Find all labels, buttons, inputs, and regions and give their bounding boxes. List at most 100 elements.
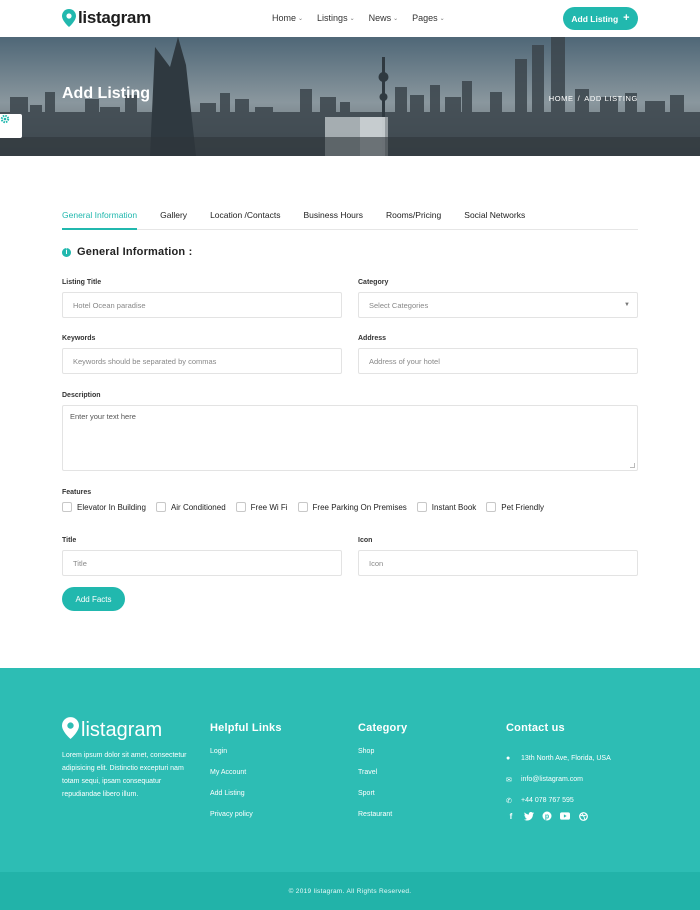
category-select[interactable]: Select Categories ▼ [358,292,638,318]
form-tabs: General Information Gallery Location /Co… [62,204,638,230]
footer-copyright-bar: © 2019 listagram. All Rights Reserved. [0,872,700,910]
feature-label: Air Conditioned [170,502,226,512]
tab-social-networks[interactable]: Social Networks [464,204,525,229]
feature-free-parking[interactable]: Free Parking On Premises [297,502,407,512]
youtube-icon[interactable] [560,811,570,821]
nav-listings-label: Listings [317,13,348,23]
location-icon: ● [506,755,511,762]
checkbox[interactable] [486,502,497,512]
keywords-input[interactable]: Keywords should be separated by commas [62,348,342,374]
checkbox[interactable] [62,502,72,512]
address-input[interactable]: Address of your hotel [358,348,638,374]
contact-list: ● 13th North Ave, Florida, USA ✉ info@list… [506,748,611,811]
checkbox[interactable] [155,502,166,512]
resize-handle-icon[interactable] [630,463,635,468]
tab-gallery[interactable]: Gallery [160,204,187,229]
footer-link-travel[interactable]: Travel [358,769,392,790]
checkbox[interactable] [235,502,246,512]
feature-elevator[interactable]: Elevator In Building [62,502,146,512]
feature-free-wifi[interactable]: Free Wi Fi [235,502,288,512]
top-navbar: listagram Home ⌄ Listings ⌄ News ⌄ Pages ⌄ A… [0,0,700,37]
fact-icon-input[interactable]: Icon [358,550,638,576]
footer-link-sport[interactable]: Sport [358,790,392,811]
section-heading: i General Information : [62,246,192,258]
feature-pet-friendly[interactable]: Pet Friendly [486,502,544,512]
add-listing-button[interactable]: Add Listing + [563,7,638,30]
contact-address: ● 13th North Ave, Florida, USA [506,748,611,769]
breadcrumb: HOME / ADD LISTING [549,94,638,103]
phone-icon: ✆ [506,797,512,805]
category-label: Category [358,279,389,286]
chevron-down-icon: ⌄ [393,15,399,22]
listing-title-label: Listing Title [62,279,102,286]
listing-title-input[interactable]: Hotel Ocean paradise [62,292,342,318]
category-select-value: Select Categories [369,300,429,310]
pinterest-icon[interactable]: p [542,811,552,821]
tab-location-contacts[interactable]: Location /Contacts [210,204,280,229]
nav-home[interactable]: Home ⌄ [272,13,303,23]
contact-email[interactable]: ✉ info@listagram.com [506,769,611,790]
contact-phone[interactable]: ✆ +44 078 767 595 [506,790,611,811]
footer-link-shop[interactable]: Shop [358,748,392,769]
main-nav: Home ⌄ Listings ⌄ News ⌄ Pages ⌄ [272,13,445,23]
fact-title-input[interactable]: Title [62,550,342,576]
info-icon: i [62,247,71,257]
feature-air-conditioned[interactable]: Air Conditioned [155,502,226,512]
footer-link-restaurant[interactable]: Restaurant [358,811,392,832]
footer-about-text: Lorem ipsum dolor sit amet, consectetur … [62,752,187,798]
svg-text:p: p [545,814,549,821]
page-title: Add Listing [62,85,150,102]
footer-link-add-listing[interactable]: Add Listing [210,790,253,811]
contact-title: Contact us [506,722,565,734]
footer-logo[interactable]: listagram [62,717,162,744]
plus-icon: + [623,12,630,24]
map-pin-icon [62,9,76,27]
breadcrumb-current: ADD LISTING [584,94,638,103]
feature-label: Pet Friendly [501,502,544,512]
category-title: Category [358,722,408,734]
feature-label: Free Wi Fi [250,502,288,512]
description-textarea[interactable]: Enter your text here [62,405,638,471]
footer-link-my-account[interactable]: My Account [210,769,253,790]
nav-pages-label: Pages [412,13,438,23]
tab-rooms-pricing[interactable]: Rooms/Pricing [386,204,441,229]
dribbble-icon[interactable] [578,811,588,821]
tab-general-information[interactable]: General Information [62,204,138,230]
feature-label: Elevator In Building [77,502,146,512]
description-placeholder: Enter your text here [70,412,136,421]
footer-link-login[interactable]: Login [210,748,253,769]
contact-email-text: info@listagram.com [521,776,583,783]
map-pin-icon [62,717,79,744]
feature-instant-book[interactable]: Instant Book [416,502,477,512]
chevron-down-icon: ⌄ [349,15,355,22]
contact-phone-text: +44 078 767 595 [521,797,574,804]
tab-business-hours[interactable]: Business Hours [303,204,363,229]
settings-toggle[interactable] [0,114,22,138]
copyright-text: © 2019 listagram. All Rights Reserved. [288,887,412,895]
nav-news[interactable]: News ⌄ [369,13,399,23]
envelope-icon: ✉ [506,776,512,784]
brand-name: listagram [78,8,151,27]
footer-link-privacy-policy[interactable]: Privacy policy [210,811,253,832]
section-title: General Information : [77,246,193,258]
nav-listings[interactable]: Listings ⌄ [317,13,355,23]
checkbox[interactable] [416,502,427,512]
nav-pages[interactable]: Pages ⌄ [412,13,445,23]
add-facts-button[interactable]: Add Facts [62,587,125,611]
social-links: f p [506,811,588,821]
fact-title-label: Title [62,537,77,544]
feature-label: Instant Book [431,502,477,512]
footer-brand-name: listagram [81,719,163,741]
helpful-links-list: Login My Account Add Listing Privacy pol… [210,748,253,832]
fact-icon-label: Icon [358,537,373,544]
facebook-icon[interactable]: f [506,811,516,821]
page-hero-banner: Add Listing HOME / ADD LISTING [0,37,700,156]
chevron-down-icon: ▼ [624,302,630,308]
checkbox[interactable] [297,502,308,512]
breadcrumb-home[interactable]: HOME [549,94,574,103]
nav-news-label: News [368,13,392,23]
twitter-icon[interactable] [524,811,534,821]
helpful-links-title: Helpful Links [210,722,282,734]
features-label: Features [62,489,92,496]
brand-logo[interactable]: listagram [62,8,151,28]
